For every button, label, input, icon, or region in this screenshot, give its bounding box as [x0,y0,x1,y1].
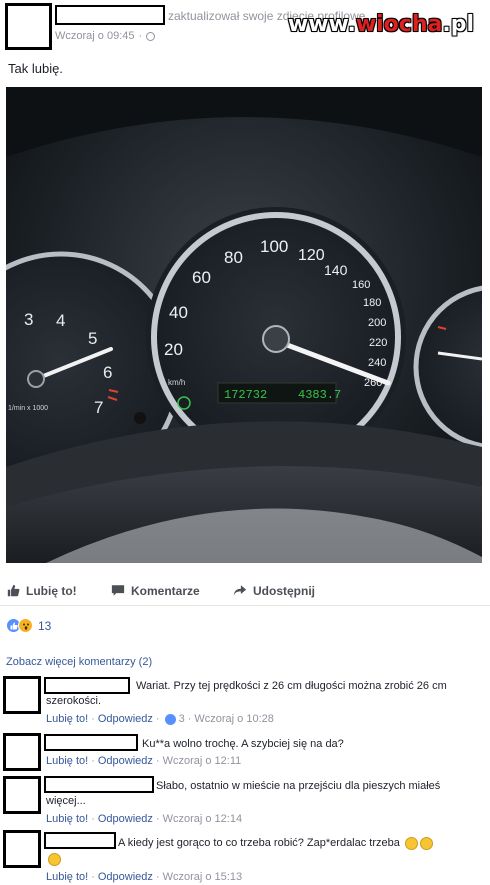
reactions-summary[interactable]: 13 [6,618,51,633]
comment-text: A kiedy jest gorąco to co trzeba robić? … [118,836,478,851]
separator: · [187,713,192,725]
speed-label: 140 [324,262,348,278]
speed-label: 100 [260,237,288,256]
comment-time[interactable]: Wczoraj o 12:14 [163,813,242,825]
speed-label: 160 [352,279,370,291]
comment-text-content: A kiedy jest gorąco to co trzeba robić? … [118,837,400,849]
poster-name-redacted[interactable] [55,5,165,25]
commenter-avatar-redacted[interactable] [3,733,41,771]
comment-like-link[interactable]: Lubię to! [46,813,88,825]
comment-reply-link[interactable]: Odpowiedz [98,755,153,767]
comment-button[interactable]: Komentarze [111,584,200,598]
commenter-name-redacted[interactable] [44,734,138,751]
comment-reply-link[interactable]: Odpowiedz [98,813,153,825]
grinning-emoji-icon [419,836,433,850]
share-button[interactable]: Udostępnij [233,584,315,598]
comment-text: Ku**a wolno trochę. A szybciej się na da… [142,738,344,750]
timestamp-text[interactable]: Wczoraj o 09:45 [55,30,134,42]
like-reaction-icon [164,713,176,725]
comment-time[interactable]: Wczoraj o 10:28 [194,713,273,725]
commenter-avatar-redacted[interactable] [3,776,41,814]
comment-reply-link[interactable]: Odpowiedz [98,871,153,883]
separator: · [155,713,160,725]
comment-meta: Lubię to! · Odpowiedz · Wczoraj o 12:14 [46,813,242,825]
odometer: 172732 [224,388,267,402]
share-arrow-icon [233,585,247,596]
speed-label: 80 [224,248,243,267]
speed-label: 240 [368,357,386,369]
like-label: Lubię to! [26,583,77,598]
tach-label: 4 [56,311,65,330]
tach-label: 3 [24,310,33,329]
globe-icon[interactable] [146,31,156,41]
post-action-bar: Lubię to! Komentarze Udostępnij [0,576,490,606]
separator: · [91,871,95,883]
comment-meta: Lubię to! · Odpowiedz · 3 · Wczoraj o 10… [46,713,274,725]
speed-label: 200 [368,317,386,329]
comment-time[interactable]: Wczoraj o 15:13 [163,871,242,883]
comment-meta: Lubię to! · Odpowiedz · Wczoraj o 12:11 [46,755,241,767]
speed-label: 180 [363,297,381,309]
watermark-logo: www.wiocha.pl [287,12,474,37]
speed-label: 60 [192,268,211,287]
tach-unit: 1/min x 1000 [8,405,48,412]
speed-unit: km/h [168,378,185,387]
thumbs-up-icon [7,584,20,597]
speed-label: 220 [369,337,387,349]
tach-label: 7 [94,398,103,417]
grinning-emoji-icon [48,853,61,866]
separator: · [91,813,95,825]
commenter-name-redacted[interactable] [44,832,116,849]
wow-reaction-icon [18,618,33,633]
speed-label: 20 [164,340,183,359]
trip-meter: 4383.7 [298,388,341,402]
like-button[interactable]: Lubię to! [7,584,77,598]
post-text: Tak lubię. [8,61,63,76]
share-label: Udostępnij [253,583,315,598]
reaction-count[interactable]: 13 [38,619,51,633]
see-more-comments-link[interactable]: Zobacz więcej komentarzy (2) [6,656,152,668]
post-photo[interactable]: 3 4 5 6 7 1/min x 1000 20 40 60 80 100 1… [6,87,482,563]
comment-likes-count[interactable]: 3 [179,713,185,725]
comment-meta: Lubię to! · Odpowiedz · Wczoraj o 15:13 [46,871,242,883]
comment-text: Wariat. Przy tej prędkości z 26 cm długo… [46,680,447,707]
facebook-post: zaktualizował swoje zdjęcie profilowe. w… [0,0,490,885]
tach-label: 6 [103,363,112,382]
grinning-emoji-icon [404,836,418,850]
speed-label: 120 [298,247,325,264]
speed-label: 40 [169,303,188,322]
comment-time[interactable]: Wczoraj o 12:11 [163,755,242,767]
comment-text: Słabo, ostatnio w mieście na przejściu d… [46,780,441,807]
separator: · [155,871,160,883]
separator: · [155,813,160,825]
poster-avatar-redacted[interactable] [5,3,52,50]
separator: · [91,755,95,767]
commenter-avatar-redacted[interactable] [3,676,41,714]
separator: · [91,713,95,725]
dashboard-photo-illustration: 3 4 5 6 7 1/min x 1000 20 40 60 80 100 1… [6,87,482,563]
separator: · [138,30,143,42]
comment-label: Komentarze [131,583,200,598]
comment-like-link[interactable]: Lubię to! [46,755,88,767]
separator: · [155,755,160,767]
post-timestamp[interactable]: Wczoraj o 09:45 · [55,30,156,42]
tach-label: 5 [88,329,97,348]
commenter-avatar-redacted[interactable] [3,830,41,868]
comment-like-link[interactable]: Lubię to! [46,871,88,883]
comment-reply-link[interactable]: Odpowiedz [98,713,153,725]
comment-icon [111,585,125,596]
comment-like-link[interactable]: Lubię to! [46,713,88,725]
